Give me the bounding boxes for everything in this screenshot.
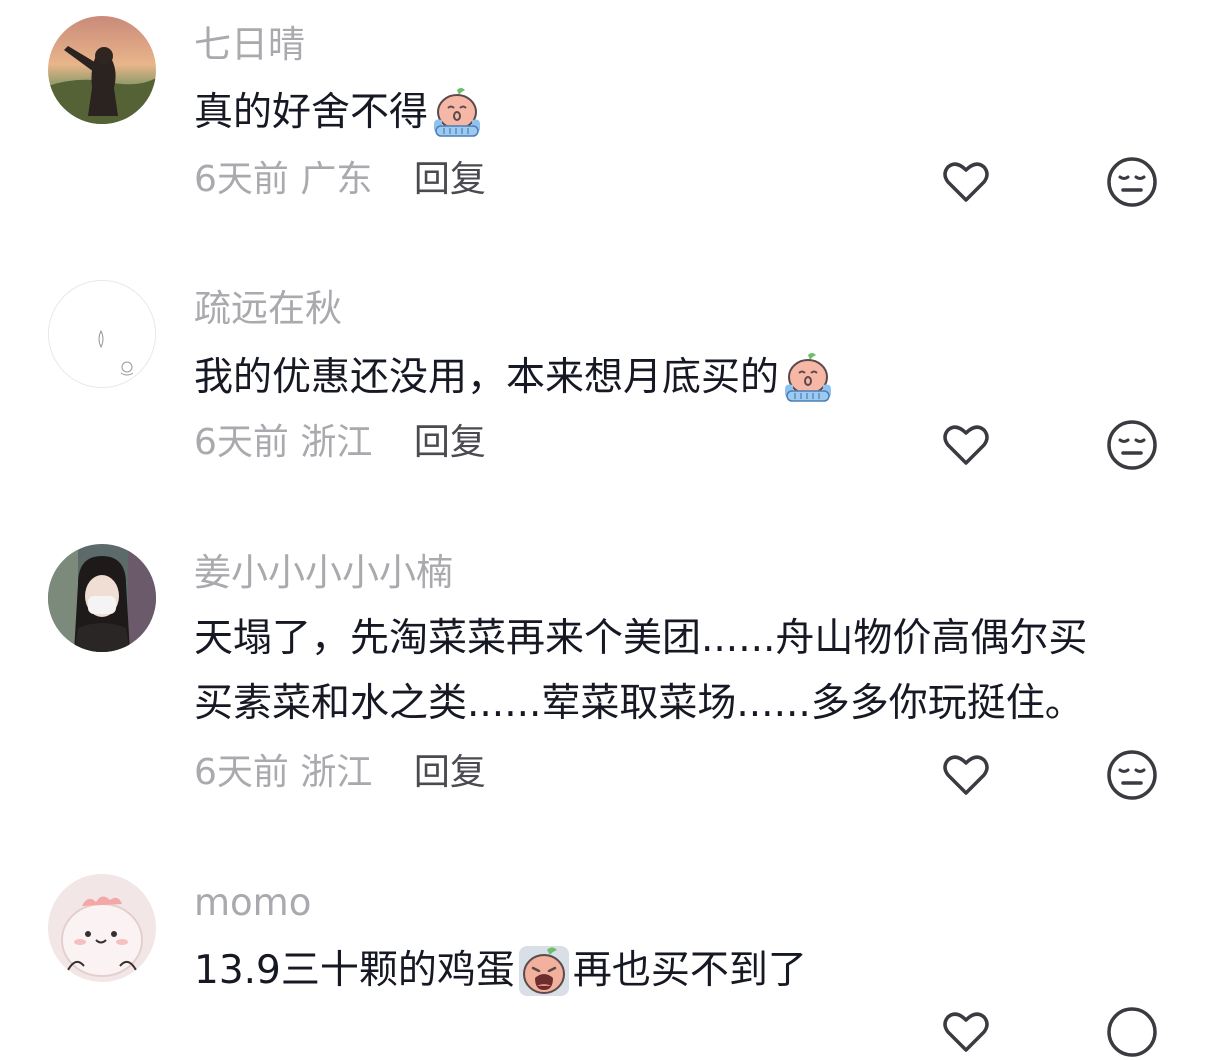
avatar[interactable]: [48, 544, 156, 652]
comment-time: 6天前: [194, 159, 289, 200]
reply-button[interactable]: 回复: [414, 422, 486, 463]
heart-outline-icon[interactable]: [938, 417, 994, 473]
comment-meta: 6天前 浙江 回复: [194, 418, 486, 468]
comment-text-line: 买素菜和水之类......荤菜取菜场......多多你玩挺住。: [194, 681, 1084, 726]
comment-location: 浙江: [300, 422, 373, 463]
comment-text: 真的好舍不得: [194, 78, 1154, 145]
comment-text-part: 再也买不到了: [572, 948, 807, 993]
username[interactable]: momo: [194, 878, 311, 928]
unamused-face-icon[interactable]: [1104, 747, 1160, 803]
comment-text-line: 天塌了，先淘菜菜再来个美团......舟山物价高偶尔买: [194, 616, 1088, 661]
comment-location: 浙江: [300, 752, 373, 793]
comment-text-part: 13.9三十颗的鸡蛋: [194, 948, 515, 993]
crying-peach-emoji: [781, 351, 835, 405]
comment-meta: 6天前 浙江 回复: [194, 748, 486, 798]
heart-outline-icon[interactable]: [938, 154, 994, 210]
comment-meta: 6天前 广东 回复: [194, 155, 486, 205]
comment-text-part: 真的好舍不得: [194, 90, 429, 135]
crying-peach-emoji: [430, 86, 484, 140]
heart-outline-icon[interactable]: [938, 747, 994, 803]
wailing-peach-emoji: [517, 944, 571, 998]
avatar[interactable]: [48, 874, 156, 982]
username[interactable]: 姜小小小小小楠: [194, 548, 453, 598]
comment-text: 天塌了，先淘菜菜再来个美团......舟山物价高偶尔买 买素菜和水之类.....…: [194, 606, 1154, 736]
unamused-face-icon[interactable]: [1104, 417, 1160, 473]
reply-button[interactable]: 回复: [414, 159, 486, 200]
avatar[interactable]: [48, 280, 156, 388]
reply-button[interactable]: 回复: [414, 752, 486, 793]
avatar[interactable]: [48, 16, 156, 124]
comment-time: 6天前: [194, 752, 289, 793]
comment-text-part: 我的优惠还没用，本来想月底买的: [194, 355, 780, 400]
comment-text: 我的优惠还没用，本来想月底买的: [194, 343, 1154, 410]
username[interactable]: 七日晴: [194, 20, 305, 70]
comment-text: 13.9三十颗的鸡蛋 再也买不到了: [194, 936, 1154, 1003]
unamused-face-icon[interactable]: [1104, 1004, 1160, 1060]
comment-time: 6天前: [194, 422, 289, 463]
username[interactable]: 疏远在秋: [194, 284, 342, 334]
heart-outline-icon[interactable]: [938, 1004, 994, 1060]
comment-location: 广东: [300, 159, 373, 200]
unamused-face-icon[interactable]: [1104, 154, 1160, 210]
